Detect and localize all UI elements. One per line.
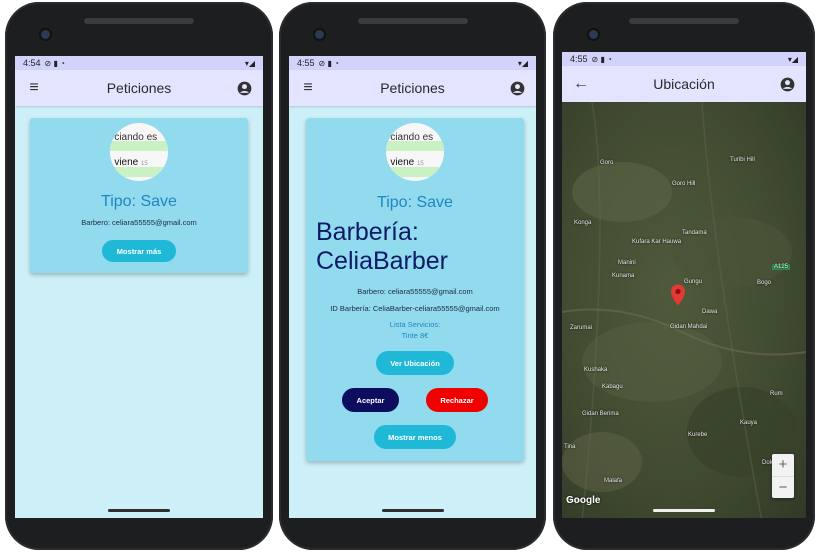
- status-time: 4:55: [570, 54, 588, 64]
- tipo-label: Tipo: Save: [101, 193, 177, 210]
- speaker: [84, 18, 194, 24]
- home-indicator: [108, 509, 170, 512]
- camera: [589, 30, 598, 39]
- avatar-text: a ciando es: [110, 132, 158, 143]
- avatar: a ciando es e viene 15: [386, 123, 444, 181]
- phone-1: 4:54 ⊘ ▮ ◔ ▾◢ ≡ Peticiones a ciando es e…: [5, 2, 273, 550]
- zoom-in-button[interactable]: +: [772, 454, 794, 477]
- avatar: a ciando es e viene 15: [110, 123, 168, 181]
- map-label: Kauya: [740, 420, 758, 426]
- map-label: Kushaka: [584, 367, 608, 373]
- request-card-expanded: a ciando es e viene 15 Tipo: Save Barber…: [306, 118, 524, 461]
- map-label: Manini: [618, 260, 636, 266]
- home-indicator: [381, 509, 444, 512]
- map-label: Bogo: [757, 280, 772, 286]
- map-label: Malafa: [604, 478, 623, 484]
- camera: [315, 30, 324, 39]
- tipo-label: Tipo: Save: [377, 194, 453, 211]
- map-label: Dawa: [702, 309, 718, 315]
- app-bar: ≡ Peticiones: [15, 70, 263, 106]
- barbero-label: Barbero: celiara55555@gmail.com: [357, 287, 473, 296]
- status-icons: ⊘ ▮ ◔: [318, 58, 339, 68]
- reject-button[interactable]: Rechazar: [426, 388, 488, 412]
- id-barberia-label: ID Barbería: CeliaBarber-celiara55555@gm…: [330, 304, 500, 313]
- status-time: 4:55: [297, 58, 315, 68]
- map-label: Turibi Hill: [730, 157, 755, 163]
- page-title: Peticiones: [106, 80, 172, 96]
- map-label: A125: [772, 264, 791, 270]
- map-label: Goro Hill: [672, 181, 696, 187]
- avatar-text: a ciando es: [386, 132, 434, 143]
- status-icons: ⊘ ▮ ◔: [44, 58, 65, 68]
- signal-battery-icon: ▾◢: [244, 58, 255, 68]
- show-less-button[interactable]: Mostrar menos: [374, 425, 456, 449]
- map-label: Kabagu: [602, 384, 623, 390]
- camera: [41, 30, 50, 39]
- view-location-button[interactable]: Ver Ubicación: [376, 351, 454, 375]
- map-label: Goro: [600, 160, 614, 166]
- page-title: Ubicación: [653, 76, 715, 92]
- menu-icon[interactable]: ≡: [299, 79, 317, 97]
- map-label: Gidan Berima: [582, 411, 619, 417]
- signal-battery-icon: ▾◢: [787, 54, 798, 64]
- map-label: Tina: [564, 444, 576, 450]
- speaker: [357, 18, 468, 24]
- screen-1: 4:54 ⊘ ▮ ◔ ▾◢ ≡ Peticiones a ciando es e…: [15, 56, 263, 518]
- avatar-text: e viene 15: [386, 157, 424, 168]
- lista-servicios-label: Lista Servicios:: [389, 320, 441, 329]
- accept-button[interactable]: Aceptar: [342, 388, 399, 412]
- signal-battery-icon: ▾◢: [517, 58, 528, 68]
- status-time: 4:54: [23, 58, 41, 68]
- zoom-out-button[interactable]: −: [772, 477, 794, 498]
- app-bar: ← Ubicación: [562, 66, 806, 102]
- request-card: a ciando es e viene 15 Tipo: Save Barber…: [30, 118, 248, 273]
- google-logo: Google: [566, 495, 601, 506]
- phone-2: 4:55 ⊘ ▮ ◔ ▾◢ ≡ Peticiones a ciando es e…: [279, 2, 546, 550]
- map-pin-icon[interactable]: [671, 284, 685, 311]
- screen-2: 4:55 ⊘ ▮ ◔ ▾◢ ≡ Peticiones a ciando es e…: [289, 56, 536, 518]
- map-label: Tandama: [682, 230, 707, 236]
- account-circle-icon[interactable]: [235, 79, 253, 97]
- barbero-label: Barbero: celiara55555@gmail.com: [81, 218, 197, 227]
- show-more-button[interactable]: Mostrar más: [102, 240, 176, 262]
- screen-3: 4:55 ⊘ ▮ ◔ ▾◢ ← Ubicación Goro Goro Hill…: [562, 52, 806, 518]
- map-label: Rum: [770, 391, 783, 397]
- status-bar: 4:55 ⊘ ▮ ◔ ▾◢: [289, 56, 536, 70]
- map-label: Zarumai: [570, 325, 593, 331]
- service-item: Tinte 8€: [401, 331, 429, 340]
- map-label: Kurebe: [688, 432, 708, 438]
- map-label: Kunama: [612, 273, 635, 279]
- map-label: Kufara Kar Hauwa: [632, 239, 682, 245]
- back-arrow-icon[interactable]: ←: [572, 75, 590, 93]
- zoom-controls: + −: [772, 454, 794, 498]
- account-circle-icon[interactable]: [778, 75, 796, 93]
- speaker: [629, 18, 739, 24]
- status-icons: ⊘ ▮ ◔: [591, 54, 612, 64]
- map-label: Konga: [574, 220, 592, 226]
- avatar-text: e viene 15: [110, 157, 148, 168]
- page-title: Peticiones: [380, 80, 445, 96]
- satellite-map[interactable]: Goro Goro Hill Turibi Hill Konga Tandama…: [562, 102, 806, 518]
- app-bar: ≡ Peticiones: [289, 70, 536, 106]
- barberia-title: Barbería: CeliaBarber: [316, 218, 449, 275]
- phone-3: 4:55 ⊘ ▮ ◔ ▾◢ ← Ubicación Goro Goro Hill…: [553, 2, 815, 550]
- status-bar: 4:54 ⊘ ▮ ◔ ▾◢: [15, 56, 263, 70]
- map-label: Gungu: [684, 279, 703, 285]
- map-label: Gidan Mahdai: [670, 324, 708, 330]
- status-bar: 4:55 ⊘ ▮ ◔ ▾◢: [562, 52, 806, 66]
- home-indicator: [653, 509, 715, 512]
- account-circle-icon[interactable]: [508, 79, 526, 97]
- menu-icon[interactable]: ≡: [25, 79, 43, 97]
